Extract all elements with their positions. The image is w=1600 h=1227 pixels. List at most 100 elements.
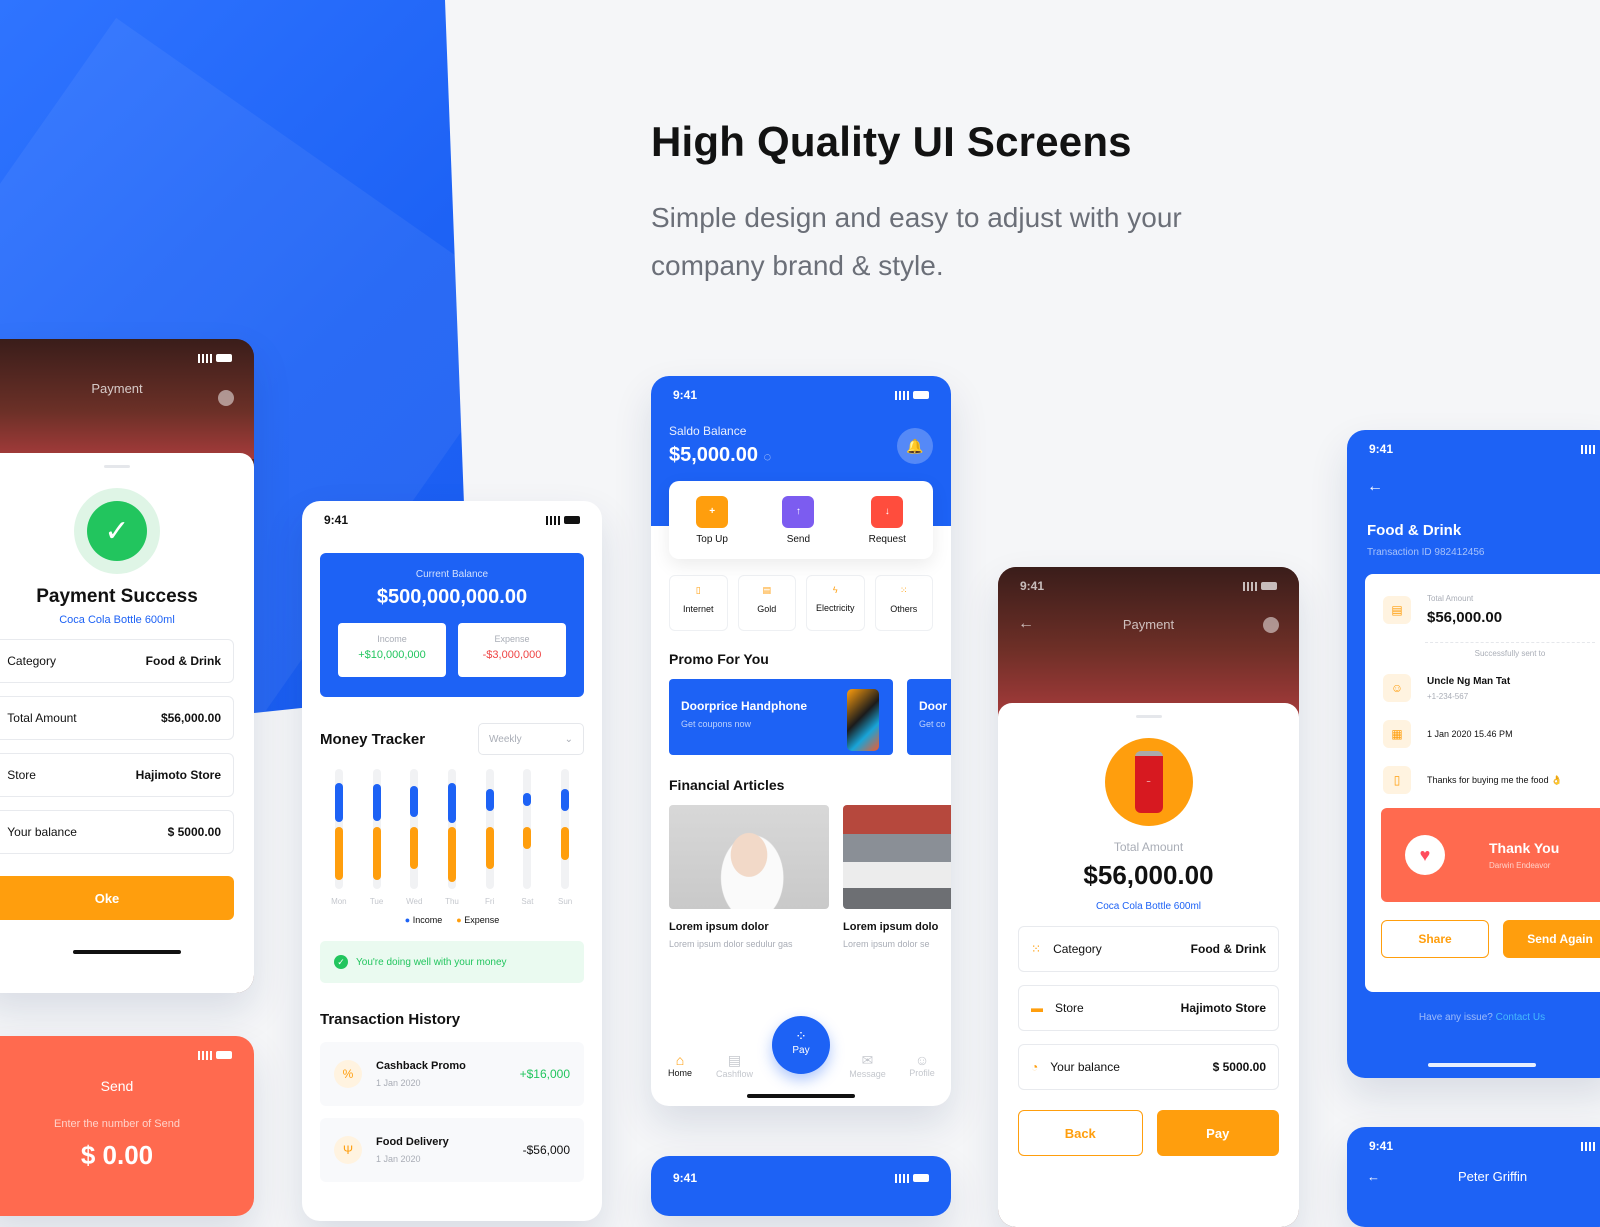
wallet-icon: ◔: [1031, 1060, 1039, 1074]
receipt-screen: 9:41 ← Food & Drink Transaction ID 98241…: [1347, 430, 1600, 1078]
income-bar: [334, 783, 343, 822]
back-arrow-icon[interactable]: ←: [1367, 1169, 1380, 1184]
send-amount[interactable]: $ 0.00: [0, 1140, 254, 1171]
income-bar: [410, 786, 419, 817]
chevron-down-icon: ⌄: [564, 733, 573, 745]
article-card[interactable]: Lorem ipsum dolo Lorem ipsum dolor se: [843, 805, 951, 949]
send-title: Send: [100, 1078, 134, 1094]
promo-card[interactable]: Doorprice Handphone Get coupons now: [669, 679, 893, 755]
check-circle-icon: ✓: [334, 955, 348, 969]
smartphone-image: [847, 689, 879, 751]
expense-bar: [523, 827, 532, 849]
grid-icon: ⁙: [899, 585, 908, 595]
balance-card: Current Balance $500,000,000.00 Income +$…: [320, 553, 584, 697]
nav-home[interactable]: ⌂ Home: [663, 1052, 697, 1079]
receipt-title: Food & Drink: [1367, 522, 1462, 539]
total-label: Total Amount: [1113, 840, 1184, 854]
user-icon: ☺: [1383, 674, 1411, 702]
expense-value: -$3,000,000: [482, 649, 542, 661]
mail-icon: ✉: [861, 1052, 874, 1068]
service-gold[interactable]: ▤ Gold: [737, 575, 796, 631]
home-screen: 9:41 Saldo Balance $5,000.00 ◌ 🔔 + Top Up…: [651, 376, 951, 1106]
period-select[interactable]: Weekly ⌄: [478, 723, 584, 755]
note-icon: ▯: [1383, 766, 1411, 794]
home-icon: ⌂: [675, 1052, 685, 1068]
send-hint: Enter the number of Send: [54, 1118, 180, 1130]
detail-row: ⁙ Category Food & Drink: [1018, 926, 1279, 972]
balance-label: Saldo Balance: [669, 424, 747, 438]
payment-success-screen: Payment ✓ Payment Success Coca Cola Bott…: [0, 339, 254, 993]
article-image: [843, 805, 951, 909]
total-amount: $56,000.00: [1083, 860, 1214, 890]
article-image: [669, 805, 829, 909]
send-button[interactable]: ↑ Send: [782, 495, 815, 545]
header-title: Payment: [1122, 617, 1175, 632]
header-title: Payment: [91, 381, 143, 396]
info-icon[interactable]: [218, 390, 234, 406]
top-up-button[interactable]: + Top Up: [696, 495, 729, 545]
contact-name: Peter Griffin: [1458, 1169, 1528, 1184]
pay-submit-button[interactable]: Pay: [1156, 1110, 1279, 1156]
day-label: Fri: [485, 897, 495, 906]
receipt-card: ▤ Total Amount $56,000.00 Successfully sen…: [1365, 574, 1600, 992]
grid-icon: ⁙: [1031, 942, 1042, 956]
day-label: Sat: [521, 897, 534, 906]
share-button[interactable]: Share: [1381, 920, 1489, 958]
oke-button[interactable]: Oke: [0, 876, 234, 920]
detail-row: ◔ Your balance $ 5000.00: [1018, 1044, 1279, 1090]
legend-expense: ● Expense: [456, 915, 500, 925]
service-electricity[interactable]: ϟ Electricity: [806, 575, 865, 631]
info-icon[interactable]: [1263, 617, 1279, 633]
expense-bar: [372, 827, 381, 880]
contact-us-link[interactable]: Contact Us: [1496, 1012, 1545, 1023]
nav-cashflow[interactable]: ▤ Cashflow: [713, 1052, 757, 1079]
promo-card[interactable]: Door Get co: [907, 679, 951, 755]
money-tracker-title: Money Tracker: [320, 730, 426, 748]
status-bar: 9:41: [302, 501, 602, 539]
bottom-nav: ⁘ Pay ⌂ Home ▤ Cashflow ✉ Message ☺ Profile: [651, 1016, 951, 1106]
income-bar: [561, 789, 570, 812]
user-icon: ☺: [914, 1052, 930, 1068]
nav-message[interactable]: ✉ Message: [846, 1052, 890, 1079]
day-label: Mon: [331, 897, 347, 906]
list-item[interactable]: % Cashback Promo 1 Jan 2020 +$16,000: [320, 1042, 584, 1106]
day-label: Tue: [369, 897, 384, 906]
income-bar: [448, 783, 456, 823]
detail-row: ▪CategoryFood & Drink: [0, 639, 234, 683]
service-internet[interactable]: ▯ Internet: [669, 575, 728, 631]
arrow-down-icon: ↓: [871, 495, 904, 528]
balance-value: $5,000.00: [669, 444, 758, 466]
eye-off-icon[interactable]: ◌: [764, 449, 772, 464]
nav-profile[interactable]: ☺ Profile: [905, 1052, 939, 1079]
gold-icon: ▤: [762, 585, 771, 595]
back-arrow-icon[interactable]: ←: [1367, 478, 1600, 496]
send-again-button[interactable]: Send Again: [1503, 920, 1600, 958]
back-button[interactable]: Back: [1018, 1110, 1143, 1156]
bottom-preview-screen: 9:41: [651, 1156, 951, 1216]
income-bar: [372, 783, 381, 822]
calendar-icon: ▦: [1383, 720, 1411, 748]
detail-row: ▪Your balance$ 5000.00: [0, 810, 234, 854]
heart-icon: ♥: [1405, 835, 1445, 875]
list-item[interactable]: Ψ Food Delivery 1 Jan 2020 -$56,000: [320, 1118, 584, 1182]
weekly-bar-chart: Mon Tue Wed Thu Fri Sat Sun: [320, 769, 584, 909]
grid-icon: ⁘: [795, 1028, 807, 1044]
item-name: Coca Cola Bottle 600ml: [1095, 901, 1202, 912]
money-tracker-screen: 9:41 Current Balance $500,000,000.00 Inc…: [302, 501, 602, 1221]
article-card[interactable]: Lorem ipsum dolor Lorem ipsum dolor sedu…: [669, 805, 829, 949]
hero: High Quality UI Screens Simple design an…: [651, 118, 1191, 290]
detail-row: ▪StoreHajimoto Store: [0, 753, 234, 797]
expense-bar: [448, 827, 456, 882]
promo-title: Promo For You: [669, 651, 769, 667]
success-subtitle: Coca Cola Bottle 600ml: [59, 614, 175, 626]
service-others[interactable]: ⁙ Others: [874, 575, 933, 631]
day-label: Wed: [406, 897, 423, 906]
detail-row: ▬ Store Hajimoto Store: [1018, 985, 1279, 1031]
expense-bar: [561, 827, 570, 860]
request-button[interactable]: ↓ Request: [869, 495, 906, 545]
expense-bar: [485, 827, 494, 869]
check-icon: ✓: [74, 488, 160, 574]
income-bar: [523, 792, 532, 806]
bell-icon[interactable]: 🔔: [897, 428, 933, 464]
legend-income: ● Income: [404, 915, 443, 925]
